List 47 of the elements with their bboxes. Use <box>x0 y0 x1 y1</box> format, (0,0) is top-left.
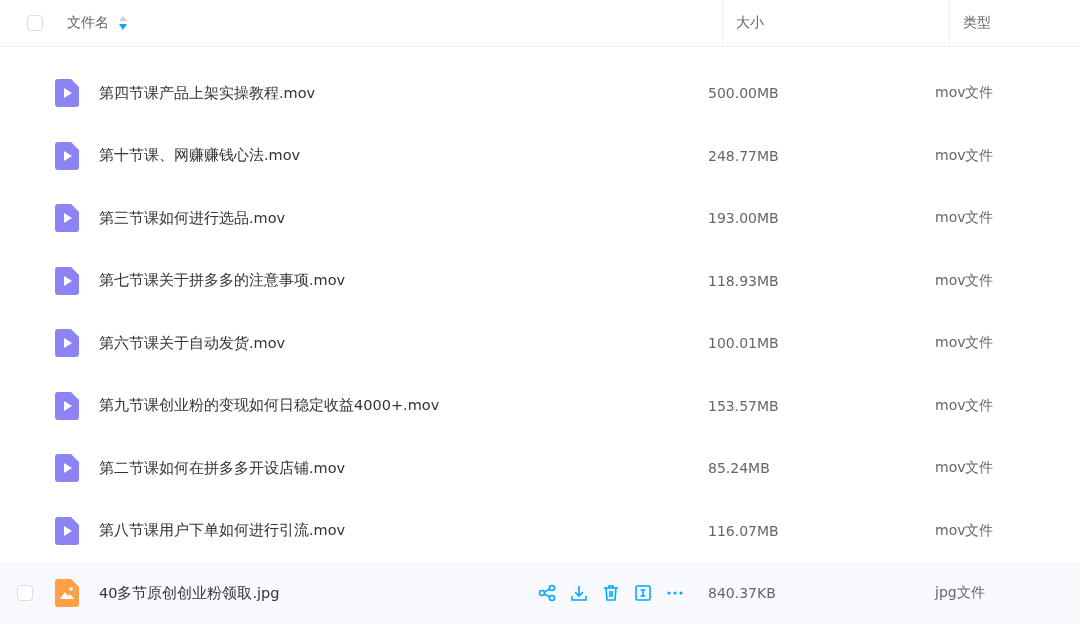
share-icon[interactable] <box>538 584 556 603</box>
file-type: mov文件 <box>935 146 994 165</box>
image-file-icon <box>55 579 79 608</box>
file-type: mov文件 <box>935 396 994 415</box>
column-header[interactable]: 类型 <box>963 14 991 32</box>
file-size: 248.77MB <box>708 147 779 164</box>
video-file-icon <box>55 141 79 170</box>
video-file-icon <box>55 329 79 358</box>
file-type: mov文件 <box>935 271 994 290</box>
sort-icon[interactable] <box>119 16 127 30</box>
video-file-icon <box>55 391 79 420</box>
file-size: 153.57MB <box>708 397 779 414</box>
row-highlight[interactable]: 40多节原创创业粉领取.jpg 840.37KB jpg文件 <box>0 562 1080 624</box>
file-type: mov文件 <box>935 334 994 353</box>
file-type: mov文件 <box>935 84 994 103</box>
file-type: jpg文件 <box>935 584 985 603</box>
download-icon[interactable] <box>570 584 588 603</box>
row-checkbox[interactable] <box>17 585 33 602</box>
file-name[interactable]: 第七节课关于拼多多的注意事项.mov <box>99 271 346 291</box>
file-type: mov文件 <box>935 521 994 540</box>
video-file-icon <box>55 454 79 483</box>
column-header[interactable]: 文件名 <box>67 14 109 32</box>
video-file-icon <box>55 266 79 295</box>
file-name[interactable]: 第六节课关于自动发货.mov <box>99 333 286 353</box>
file-name[interactable]: 40多节原创创业粉领取.jpg <box>99 583 280 603</box>
file-type: mov文件 <box>935 209 994 228</box>
file-name[interactable]: 第三节课如何进行选品.mov <box>99 208 286 228</box>
video-file-icon <box>55 204 79 233</box>
file-name[interactable]: 第十节课、网赚赚钱心法.mov <box>99 146 301 166</box>
trash-icon[interactable] <box>602 584 620 603</box>
file-name[interactable]: 第八节课用户下单如何进行引流.mov <box>99 521 346 541</box>
file-size: 500.00MB <box>708 85 779 102</box>
file-name[interactable]: 第九节课创业粉的变现如何日稳定收益4000+.mov <box>99 396 440 416</box>
file-name[interactable]: 第二节课如何在拼多多开设店铺.mov <box>99 458 346 478</box>
column-header[interactable]: 大小 <box>736 14 764 32</box>
file-size: 116.07MB <box>708 522 779 539</box>
video-file-icon <box>55 516 79 545</box>
file-size: 193.00MB <box>708 210 779 227</box>
rename-icon[interactable] <box>634 584 652 603</box>
file-size: 118.93MB <box>708 272 779 289</box>
video-file-icon <box>55 79 79 108</box>
file-type: mov文件 <box>935 459 994 478</box>
file-size: 100.01MB <box>708 335 779 352</box>
file-name[interactable]: 第四节课产品上架实操教程.mov <box>99 83 316 103</box>
file-size: 85.24MB <box>708 460 770 477</box>
select-all-checkbox[interactable] <box>27 15 43 31</box>
file-size: 840.37KB <box>708 585 776 602</box>
